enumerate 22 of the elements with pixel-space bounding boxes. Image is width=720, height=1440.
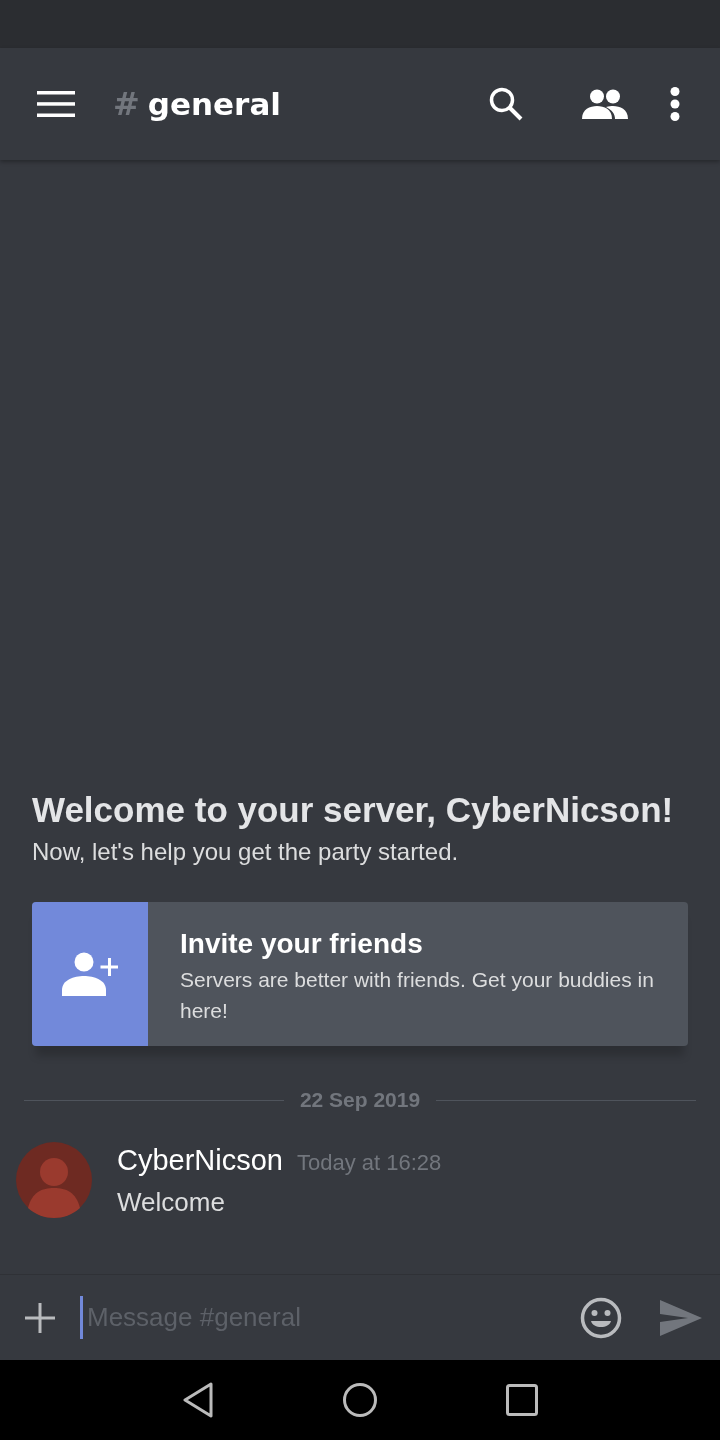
home-icon[interactable]: [342, 1382, 378, 1418]
invite-description: Servers are better with friends. Get your buddies in here!: [180, 967, 655, 1024]
menu-icon[interactable]: [37, 91, 75, 117]
add-user-icon: [62, 952, 118, 996]
message-text: Welcome: [117, 1187, 226, 1218]
recents-icon[interactable]: [506, 1384, 538, 1416]
emoji-icon[interactable]: [580, 1296, 622, 1339]
invite-title: Invite your friends: [180, 927, 424, 961]
welcome-heading: Welcome to your server, CyberNicson!: [32, 789, 675, 831]
invite-card[interactable]: Invite your friends Servers are better with friends. Get your buddies in here!: [32, 902, 688, 1046]
channel-hash: #: [113, 85, 140, 123]
members-icon[interactable]: [582, 89, 628, 119]
search-icon[interactable]: [488, 86, 524, 122]
author-name[interactable]: CyberNicson: [117, 1144, 283, 1177]
send-icon[interactable]: [660, 1299, 702, 1336]
channel-title: general: [147, 86, 281, 122]
plus-icon[interactable]: [25, 1302, 55, 1333]
date-divider: 22 Sep 2019: [299, 1088, 421, 1112]
more-icon[interactable]: [670, 87, 680, 121]
message-timestamp: Today at 16:28: [297, 1150, 442, 1176]
welcome-subtitle: Now, let's help you get the party started.: [32, 837, 460, 867]
back-icon[interactable]: [182, 1382, 214, 1418]
